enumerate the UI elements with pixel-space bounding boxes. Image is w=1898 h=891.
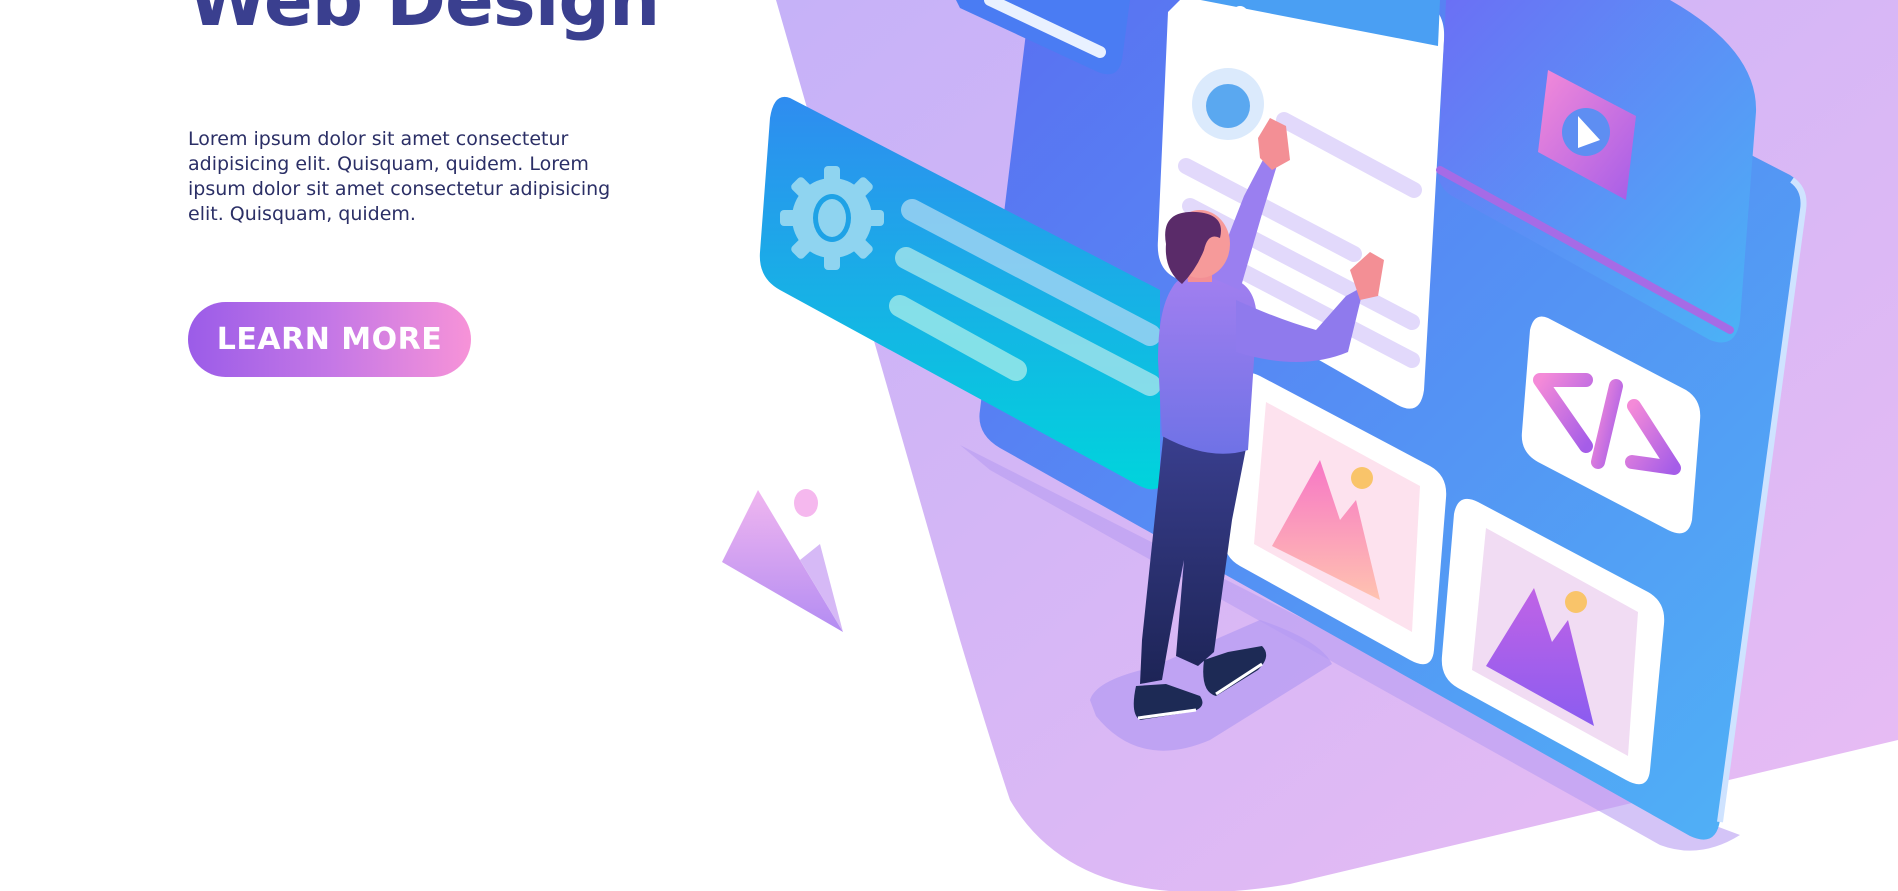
play-icon <box>1538 70 1636 200</box>
person-figure <box>1133 118 1384 720</box>
settings-panel <box>759 96 1160 490</box>
backdrop-shape <box>776 0 1898 891</box>
image-card-pink <box>1223 372 1447 665</box>
document-panel <box>1157 0 1445 409</box>
image-card-purple <box>1441 498 1665 785</box>
hero-description: Lorem ipsum dolor sit amet consectetur a… <box>188 128 611 225</box>
gear-icon <box>780 166 884 270</box>
code-icon <box>1533 373 1681 475</box>
avatar-circle <box>1192 68 1264 140</box>
page-title: Web Design <box>188 0 660 42</box>
top-panel-left <box>956 0 1130 75</box>
hero-section: Web Design Lorem ipsum dolor sit amet co… <box>0 0 1898 891</box>
image-icon <box>1486 588 1594 726</box>
video-panel <box>1437 0 1757 343</box>
floor-shadow <box>960 445 1740 851</box>
triangle-decoration <box>722 489 843 632</box>
learn-more-button[interactable]: LEARN MORE <box>188 302 471 377</box>
image-icon <box>1272 460 1380 600</box>
main-board <box>979 0 1805 840</box>
code-panel <box>1521 316 1701 534</box>
